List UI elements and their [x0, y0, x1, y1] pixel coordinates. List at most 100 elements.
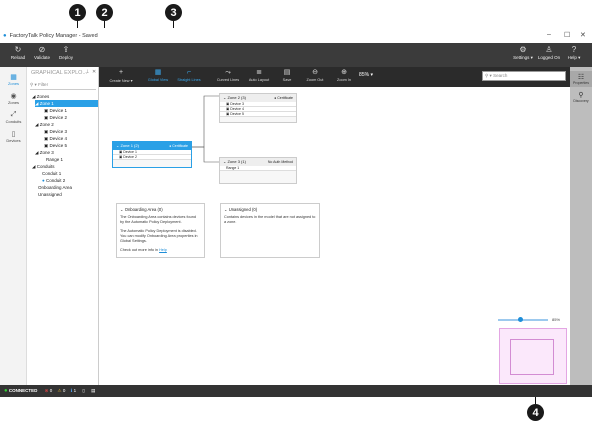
settings-label: Settings ▾ [513, 55, 533, 60]
device-label: Device 5 [230, 112, 244, 116]
close-panel-icon[interactable]: ✕ [92, 69, 96, 75]
tree-item-zones[interactable]: ◢ Zones [32, 93, 49, 100]
toolbar-label: Straight Lines [177, 78, 201, 82]
nav-label: Zones [7, 100, 20, 105]
zone-device-row[interactable]: ▣ Device 5 [220, 112, 296, 117]
log-icon[interactable]: ▯ [82, 388, 84, 393]
deploy-icon: ⇪ [62, 45, 70, 54]
maximize-icon[interactable]: ☐ [564, 31, 570, 39]
callout-2: 2 [96, 4, 113, 21]
tree-item-range-1[interactable]: Range 1 [46, 156, 63, 163]
explorer-title: GRAPHICAL EXPLO... [31, 70, 88, 76]
user-label: Logged On [537, 55, 561, 60]
global-view-button[interactable]: ▦ Global View [145, 68, 171, 82]
tree-label: Device 1 [49, 108, 68, 113]
reload-button[interactable]: ↻ Reload [6, 45, 30, 60]
straight-lines-button[interactable]: ⌐ Straight Lines [176, 68, 202, 82]
tree-item-device-2[interactable]: ▣ Device 2 [44, 114, 67, 121]
search-placeholder: Search [493, 73, 508, 78]
zone-device-row[interactable]: Range 1 [220, 166, 296, 171]
minimap[interactable]: 85% [496, 313, 570, 385]
toolbar-label: Create New ▾ [109, 79, 133, 83]
tree-item-conduit-1[interactable]: Conduit 1 [42, 170, 61, 177]
minimap-zoom[interactable]: 85% [552, 317, 560, 322]
title-bar: ● FactoryTalk Policy Manager - Saved [0, 28, 592, 43]
properties-tab[interactable]: ☷ Properties [570, 71, 592, 87]
save-button[interactable]: ▤ Save [274, 68, 300, 82]
nav-zones[interactable]: ◉ Zones [0, 92, 27, 105]
validate-button[interactable]: ⊘ Validate [30, 45, 54, 60]
zone-1-card[interactable]: ⌄ Zone 1 (2) ● Certificate ▣ Device 1 ▣ D… [112, 141, 192, 168]
onboarding-area-card[interactable]: ⌄ Onboarding Area (0) The Onboarding Are… [116, 203, 205, 258]
tree-label: Zones [36, 94, 50, 99]
tree-label: Unassigned [38, 192, 62, 197]
curved-lines-icon: ⤳ [225, 69, 231, 76]
tree-item-onboarding[interactable]: Onboarding Area [38, 184, 72, 191]
help-link[interactable]: Help [159, 248, 167, 252]
search-input[interactable]: ⚲ ▾ Search [482, 71, 566, 81]
tree-label: Zone 3 [39, 150, 54, 155]
rnav-label: Discovery [573, 99, 589, 103]
zone-2-card[interactable]: ⌄ Zone 2 (3) ● Certificate ▣ Device 3 ▣ D… [219, 93, 297, 123]
error-icon[interactable]: ⊗ [45, 388, 49, 393]
tree-item-device-1[interactable]: ▣ Device 1 [44, 107, 67, 114]
tree-item-zone-3[interactable]: ◢ Zone 3 [35, 149, 54, 156]
tree-item-device-5[interactable]: ▣ Device 5 [44, 142, 67, 149]
tree-item-zone-2[interactable]: ◢ Zone 2 [35, 121, 54, 128]
tree-label: Onboarding Area [38, 185, 73, 190]
info-icon[interactable]: ℹ [71, 388, 73, 393]
user-button[interactable]: ♙ Logged On [537, 45, 561, 60]
tree-label: Conduits [36, 164, 55, 169]
zone-3-card[interactable]: ⌄ Zone 3 (1) No Auth Method Range 1 [219, 157, 297, 184]
tree-label: Zone 2 [39, 122, 54, 127]
device-label: Device 4 [230, 107, 244, 111]
nav-conduits[interactable]: ⤢ Conduits [0, 111, 27, 124]
nav-zones-active[interactable]: ▦ Zones [0, 73, 27, 86]
tree-item-conduit-2[interactable]: ● Conduit 2 [42, 177, 65, 184]
auto-layout-button[interactable]: ≣ Auto Layout [246, 68, 272, 82]
zoom-slider-handle[interactable] [518, 317, 523, 322]
tree-label: Device 2 [49, 115, 68, 120]
tree-item-conduits[interactable]: ◢ Conduits [32, 163, 54, 170]
clipboard-icon[interactable]: ▤ [91, 388, 95, 393]
toolbar-label: Zoom In [337, 78, 351, 82]
tree-label: Conduit 1 [42, 171, 62, 176]
connection-status: CONNECTED [8, 388, 38, 393]
unassigned-title-text: Unassigned (0) [228, 207, 258, 212]
user-icon: ♙ [545, 45, 553, 54]
zoom-out-button[interactable]: ⊖ Zoom Out [302, 68, 328, 82]
onboarding-help-text: Check out more info in [120, 248, 158, 252]
discovery-tab[interactable]: ⚲ Discovery [570, 91, 592, 103]
onboarding-text-3: Check out more info in Help [120, 248, 201, 253]
zoom-slider[interactable] [498, 319, 548, 321]
nav-label: Devices [6, 138, 21, 143]
cert-label: Certificate [172, 144, 188, 148]
auth-badge: No Auth Method [267, 160, 293, 164]
filter-field[interactable]: ⚲ ▾ Filter [30, 82, 96, 90]
help-button[interactable]: ? Help ▾ [562, 45, 586, 61]
zoom-level-dropdown[interactable]: 85% ▾ [353, 72, 379, 78]
tree-item-unassigned[interactable]: Unassigned [38, 191, 62, 198]
tree-item-zone-1[interactable]: ◢ Zone 1 [35, 100, 98, 107]
minimap-viewport[interactable] [499, 328, 567, 384]
reload-label: Reload [10, 55, 26, 60]
settings-button[interactable]: ⚙ Settings ▾ [511, 45, 535, 61]
unassigned-card[interactable]: ⌄ Unassigned (0) Contains devices in the… [220, 203, 320, 258]
tree-item-device-4[interactable]: ▣ Device 4 [44, 135, 67, 142]
zone-2-header: ⌄ Zone 2 (3) ● Certificate [220, 94, 296, 102]
tree-item-device-3[interactable]: ▣ Device 3 [44, 128, 67, 135]
close-icon[interactable]: ✕ [580, 31, 586, 39]
nav-devices[interactable]: ▯ Devices [0, 130, 27, 143]
pin-icon[interactable]: ⊥ [85, 69, 89, 75]
zone-device-row[interactable]: ▣ Device 2 [113, 155, 191, 160]
tree-label: Conduit 2 [45, 178, 66, 183]
curved-lines-button[interactable]: ⤳ Curved Lines [215, 68, 241, 82]
warning-icon[interactable]: ⚠ [58, 388, 62, 393]
straight-lines-icon: ⌐ [186, 69, 192, 76]
toolbar-label: Auto Layout [248, 78, 270, 82]
minimize-icon[interactable]: – [547, 31, 551, 38]
onboarding-text-1: The Onboarding Area contains devices fou… [120, 215, 196, 224]
deploy-button[interactable]: ⇪ Deploy [54, 45, 78, 60]
create-new-button[interactable]: + Create New ▾ [108, 68, 134, 83]
status-bar: ● CONNECTED ⊗ 0 ⚠ 0 ℹ 1 ▯ ▤ [0, 385, 592, 397]
